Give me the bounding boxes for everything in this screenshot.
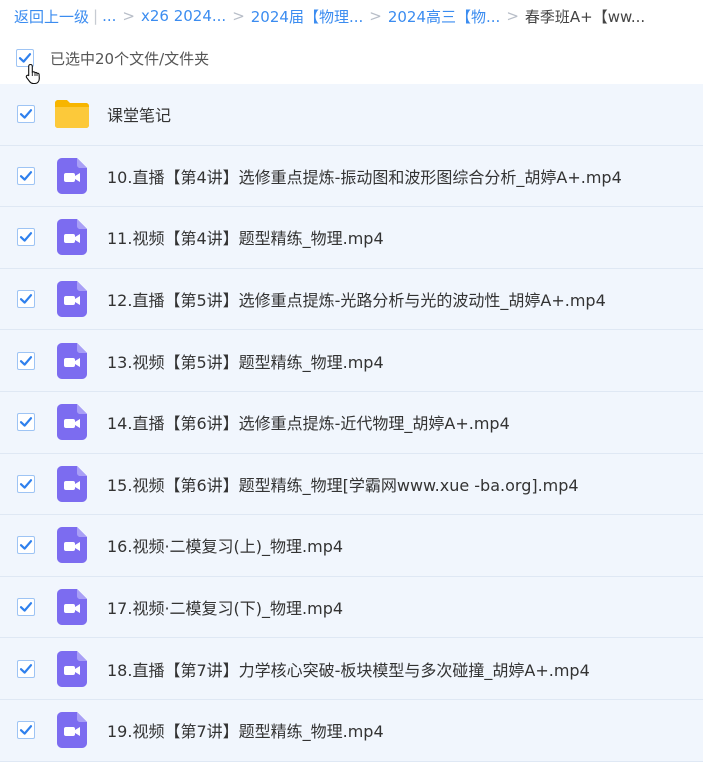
row-checkbox[interactable]: [17, 290, 35, 309]
video-file-icon: [54, 650, 90, 687]
file-name[interactable]: 11.视频【第4讲】题型精练_物理.mp4: [107, 225, 384, 249]
check-icon: [19, 417, 33, 427]
video-file-icon: [54, 589, 90, 626]
check-icon: [19, 355, 33, 366]
row-checkbox[interactable]: [17, 659, 35, 678]
check-icon: [19, 478, 33, 489]
video-file-icon: [54, 404, 90, 441]
check-icon: [19, 663, 33, 674]
list-item[interactable]: 18.直播【第7讲】力学核心突破-板块模型与多次碰撞_胡婷A+.mp4: [0, 638, 703, 700]
file-name[interactable]: 18.直播【第7讲】力学核心突破-板块模型与多次碰撞_胡婷A+.mp4: [107, 657, 590, 681]
check-icon: [19, 540, 33, 551]
breadcrumb-separator: >: [369, 7, 382, 25]
breadcrumb-item-3[interactable]: 2024高三【物...: [388, 6, 500, 27]
list-item[interactable]: 12.直播【第5讲】选修重点提炼-光路分析与光的波动性_胡婷A+.mp4: [0, 268, 703, 331]
breadcrumb: 返回上一级 | ... > x26 2024... > 2024届【物理... …: [0, 0, 703, 32]
folder-icon: [54, 96, 90, 132]
row-checkbox[interactable]: [17, 474, 35, 493]
file-list: 课堂笔记 10.直播【第4讲】选修重点提炼-振动图和波形图综合分析_胡婷A+.m…: [0, 84, 703, 762]
file-name[interactable]: 14.直播【第6讲】选修重点提炼-近代物理_胡婷A+.mp4: [107, 410, 510, 434]
row-checkbox[interactable]: [17, 536, 35, 555]
row-checkbox[interactable]: [17, 598, 35, 617]
video-file-icon: [54, 342, 90, 379]
breadcrumb-separator: >: [506, 7, 519, 25]
file-name[interactable]: 17.视频·二模复习(下)_物理.mp4: [107, 595, 343, 619]
row-checkbox[interactable]: [17, 166, 35, 185]
back-link[interactable]: 返回上一级: [14, 6, 89, 27]
file-name[interactable]: 15.视频【第6讲】题型精练_物理[学霸网www.xue -ba.org].mp…: [107, 472, 579, 496]
check-icon: [19, 232, 33, 243]
list-item[interactable]: 10.直播【第4讲】选修重点提炼-振动图和波形图综合分析_胡婷A+.mp4: [0, 145, 703, 208]
selection-count-text: 已选中20个文件/文件夹: [50, 49, 210, 68]
list-item[interactable]: 13.视频【第5讲】题型精练_物理.mp4: [0, 330, 703, 392]
row-checkbox[interactable]: [17, 105, 35, 124]
video-file-icon: [54, 219, 90, 256]
list-item[interactable]: 17.视频·二模复习(下)_物理.mp4: [0, 576, 703, 639]
file-name[interactable]: 12.直播【第5讲】选修重点提炼-光路分析与光的波动性_胡婷A+.mp4: [107, 287, 606, 311]
list-item[interactable]: 19.视频【第7讲】题型精练_物理.mp4: [0, 699, 703, 762]
video-file-icon: [54, 281, 90, 318]
breadcrumb-pipe: |: [93, 7, 99, 25]
check-icon: [19, 294, 33, 304]
video-file-icon: [54, 465, 90, 502]
selection-bar: 已选中20个文件/文件夹: [0, 32, 703, 85]
row-checkbox[interactable]: [17, 351, 35, 370]
breadcrumb-current: 春季班A+【ww...: [524, 7, 646, 26]
breadcrumb-ellipsis[interactable]: ...: [102, 7, 116, 25]
breadcrumb-separator: >: [122, 7, 135, 25]
file-name[interactable]: 课堂笔记: [107, 102, 171, 126]
video-file-icon: [54, 712, 90, 749]
list-item[interactable]: 11.视频【第4讲】题型精练_物理.mp4: [0, 207, 703, 269]
breadcrumb-item-1[interactable]: x26 2024...: [141, 7, 226, 25]
video-file-icon: [54, 527, 90, 564]
check-icon: [19, 725, 33, 735]
file-name[interactable]: 10.直播【第4讲】选修重点提炼-振动图和波形图综合分析_胡婷A+.mp4: [107, 164, 622, 188]
check-icon: [19, 109, 33, 119]
list-item[interactable]: 课堂笔记: [0, 84, 703, 146]
video-file-icon: [54, 157, 90, 194]
row-checkbox[interactable]: [17, 228, 35, 247]
row-checkbox[interactable]: [17, 413, 35, 432]
row-checkbox[interactable]: [17, 721, 35, 740]
list-item[interactable]: 14.直播【第6讲】选修重点提炼-近代物理_胡婷A+.mp4: [0, 391, 703, 454]
file-name[interactable]: 16.视频·二模复习(上)_物理.mp4: [107, 533, 343, 557]
breadcrumb-item-2[interactable]: 2024届【物理...: [251, 6, 363, 27]
breadcrumb-separator: >: [232, 7, 245, 25]
file-name[interactable]: 19.视频【第7讲】题型精练_物理.mp4: [107, 718, 384, 742]
hand-cursor-icon: [25, 63, 40, 85]
file-name[interactable]: 13.视频【第5讲】题型精练_物理.mp4: [107, 349, 384, 373]
list-item[interactable]: 16.视频·二模复习(上)_物理.mp4: [0, 515, 703, 577]
list-item[interactable]: 15.视频【第6讲】题型精练_物理[学霸网www.xue -ba.org].mp…: [0, 453, 703, 516]
check-icon: [19, 602, 33, 612]
check-icon: [19, 170, 33, 181]
